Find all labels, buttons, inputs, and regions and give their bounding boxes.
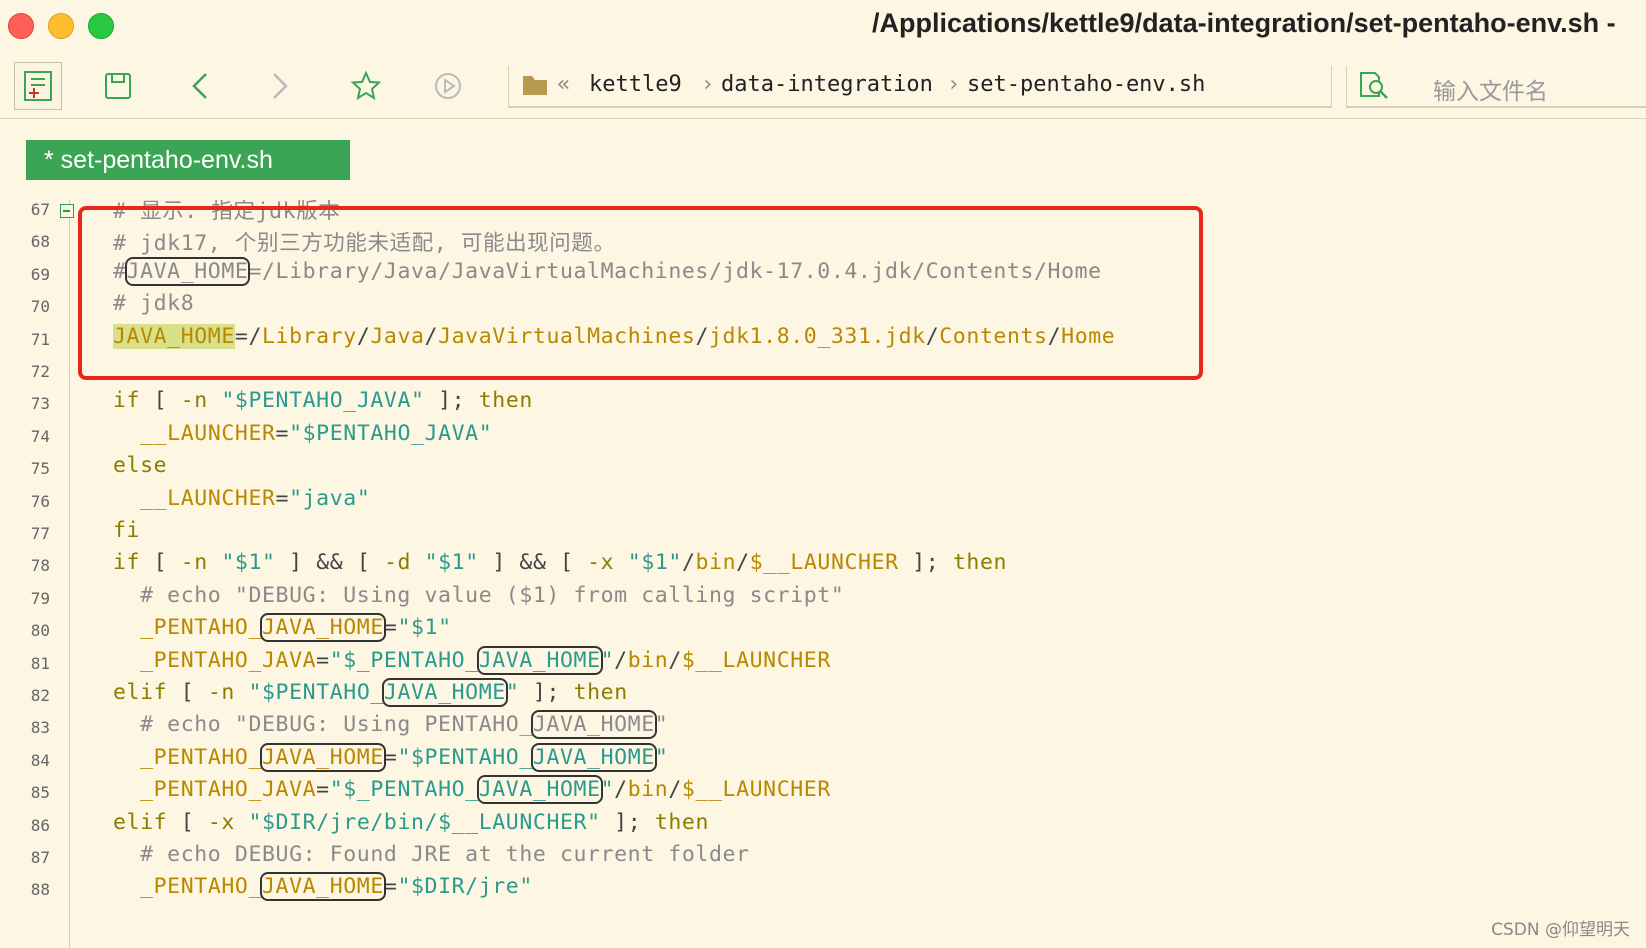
- line-number: 69: [30, 264, 50, 284]
- back-button[interactable]: [176, 62, 224, 110]
- line-number: 78: [30, 556, 50, 576]
- line-number: 70: [30, 297, 50, 317]
- code-text: elif [ -n "$PENTAHO_JAVA_HOME" ]; then: [113, 678, 628, 707]
- code-text: else: [113, 453, 168, 479]
- watermark: CSDN @仰望明天: [1491, 920, 1630, 940]
- save-button[interactable]: [94, 62, 142, 110]
- line-number: 80: [30, 621, 50, 641]
- toolbar: « kettle9 › data-integration › set-penta…: [0, 54, 1646, 119]
- code-text: # echo "DEBUG: Using PENTAHO_JAVA_HOME": [113, 710, 669, 740]
- code-line[interactable]: 70 # jdk8: [0, 289, 1646, 323]
- code-line[interactable]: 72: [0, 354, 1646, 388]
- breadcrumb-item-kettle9[interactable]: kettle9: [589, 72, 682, 97]
- code-line[interactable]: 75 else: [0, 451, 1646, 485]
- title-bar: /Applications/kettle9/data-integration/s…: [0, 0, 1646, 50]
- code-line[interactable]: 73 if [ -n "$PENTAHO_JAVA" ]; then: [0, 386, 1646, 420]
- line-number: 85: [30, 783, 50, 803]
- run-button[interactable]: [424, 62, 472, 110]
- line-number: 72: [30, 362, 50, 381]
- line-number: 68: [30, 232, 50, 252]
- code-line[interactable]: 71 JAVA_HOME=/Library/Java/JavaVirtualMac…: [0, 322, 1646, 356]
- line-number: 74: [30, 426, 50, 446]
- line-number: 79: [30, 588, 50, 608]
- code-line[interactable]: 81 _PENTAHO_JAVA="$_PENTAHO_JAVA_HOME"/b…: [0, 645, 1646, 680]
- window-title: /Applications/kettle9/data-integration/s…: [872, 8, 1616, 38]
- code-line[interactable]: 86 elif [ -x "$DIR/jre/bin/$__LAUNCHER" ]…: [0, 808, 1646, 842]
- back-icon: [192, 73, 207, 99]
- line-number: 88: [30, 880, 50, 900]
- code-text: _PENTAHO_JAVA="$_PENTAHO_JAVA_HOME"/bin/…: [140, 775, 831, 805]
- breadcrumb-item-file[interactable]: set-pentaho-env.sh: [967, 72, 1205, 97]
- star-icon: [350, 70, 382, 101]
- code-line[interactable]: 87 # echo DEBUG: Found JRE at the curren…: [0, 840, 1646, 874]
- line-number: 67: [30, 200, 50, 219]
- code-text: _PENTAHO_JAVA_HOME="$DIR/jre": [140, 872, 533, 902]
- chevron-right-icon: ›: [701, 72, 715, 97]
- breadcrumb-item-data-integration[interactable]: data-integration: [721, 72, 933, 97]
- code-text: # 显示: 指定jdk版本: [113, 200, 341, 224]
- code-editor[interactable]: 67 # 显示: 指定jdk版本 68 # jdk17, 个别三方功能未适配, 可能出…: [0, 200, 1646, 948]
- code-text: _PENTAHO_JAVA_HOME="$1": [140, 613, 452, 643]
- fold-toggle-icon[interactable]: [60, 204, 74, 218]
- breadcrumb: « kettle9 › data-integration › set-penta…: [508, 66, 1332, 108]
- code-text: elif [ -x "$DIR/jre/bin/$__LAUNCHER" ]; …: [113, 809, 709, 835]
- new-file-button[interactable]: [14, 62, 62, 110]
- code-line[interactable]: 78 if [ -n "$1" ] && [ -d "$1" ] && [ -x …: [0, 548, 1646, 582]
- maximize-window-button[interactable]: [88, 13, 114, 39]
- code-text: __LAUNCHER="java": [140, 485, 371, 511]
- code-line[interactable]: 80 _PENTAHO_JAVA_HOME="$1": [0, 613, 1646, 647]
- line-number: 77: [30, 524, 50, 543]
- code-text: _PENTAHO_JAVA="$_PENTAHO_JAVA_HOME"/bin/…: [140, 645, 831, 675]
- new-file-icon: [24, 71, 52, 101]
- tab-set-pentaho-env[interactable]: * set-pentaho-env.sh: [26, 140, 350, 180]
- code-text: # jdk17, 个别三方功能未适配, 可能出现问题。: [113, 231, 616, 257]
- code-line[interactable]: 77 fi: [0, 516, 1646, 550]
- code-text: if [ -n "$1" ] && [ -d "$1" ] && [ -x "$…: [113, 550, 1008, 576]
- file-search-input[interactable]: 输入文件名: [1346, 66, 1646, 108]
- play-icon: [435, 73, 461, 99]
- forward-icon: [273, 73, 288, 99]
- close-window-button[interactable]: [8, 13, 34, 39]
- editor-window: /Applications/kettle9/data-integration/s…: [0, 0, 1646, 948]
- code-text: if [ -n "$PENTAHO_JAVA" ]; then: [113, 388, 533, 414]
- code-line[interactable]: 84 _PENTAHO_JAVA_HOME="$PENTAHO_JAVA_HOM…: [0, 742, 1646, 777]
- line-number: 81: [30, 653, 50, 673]
- code-line[interactable]: 82 elif [ -n "$PENTAHO_JAVA_HOME" ]; then: [0, 678, 1646, 712]
- file-search-icon: [1360, 72, 1388, 99]
- line-number: 76: [30, 491, 50, 511]
- code-text: _PENTAHO_JAVA_HOME="$PENTAHO_JAVA_HOME": [140, 742, 669, 772]
- code-text: # echo DEBUG: Found JRE at the current f…: [113, 842, 750, 867]
- breadcrumb-overflow[interactable]: «: [557, 72, 570, 97]
- line-number: 83: [30, 718, 50, 738]
- chevron-right-icon: ›: [947, 72, 961, 97]
- line-number: 82: [30, 686, 50, 705]
- line-number: 86: [30, 815, 50, 835]
- code-text: fi: [113, 518, 141, 543]
- forward-button[interactable]: [256, 62, 304, 110]
- code-line[interactable]: 76 __LAUNCHER="java": [0, 484, 1646, 518]
- code-line[interactable]: 83 # echo "DEBUG: Using PENTAHO_JAVA_HOM…: [0, 710, 1646, 744]
- bookmark-button[interactable]: [342, 62, 390, 110]
- save-icon: [105, 73, 131, 99]
- code-text: # jdk8: [113, 291, 195, 317]
- line-number: 87: [30, 848, 50, 867]
- code-line[interactable]: 79 # echo "DEBUG: Using value ($1) from …: [0, 581, 1646, 615]
- code-line[interactable]: 74 __LAUNCHER="$PENTAHO_JAVA": [0, 419, 1646, 453]
- code-line[interactable]: 69 #JAVA_HOME=/Library/Java/JavaVirtualMa…: [0, 256, 1646, 291]
- code-text: # echo "DEBUG: Using value ($1) from cal…: [113, 582, 845, 608]
- code-text: #JAVA_HOME=/Library/Java/JavaVirtualMach…: [113, 256, 1102, 286]
- search-placeholder: 输入文件名: [1433, 79, 1548, 105]
- folder-icon: [523, 76, 547, 95]
- code-line[interactable]: 85 _PENTAHO_JAVA="$_PENTAHO_JAVA_HOME"/b…: [0, 775, 1646, 809]
- line-number: 84: [30, 750, 50, 770]
- code-line[interactable]: 68 # jdk17, 个别三方功能未适配, 可能出现问题。: [0, 224, 1646, 258]
- code-line[interactable]: 67 # 显示: 指定jdk版本: [0, 200, 1646, 226]
- line-number: 73: [30, 394, 50, 414]
- code-text: __LAUNCHER="$PENTAHO_JAVA": [140, 420, 493, 446]
- code-text: JAVA_HOME=/Library/Java/JavaVirtualMachi…: [113, 323, 1116, 349]
- minimize-window-button[interactable]: [48, 13, 74, 39]
- code-line[interactable]: 88 _PENTAHO_JAVA_HOME="$DIR/jre": [0, 872, 1646, 906]
- line-number: 71: [30, 329, 50, 349]
- line-number: 75: [30, 459, 50, 479]
